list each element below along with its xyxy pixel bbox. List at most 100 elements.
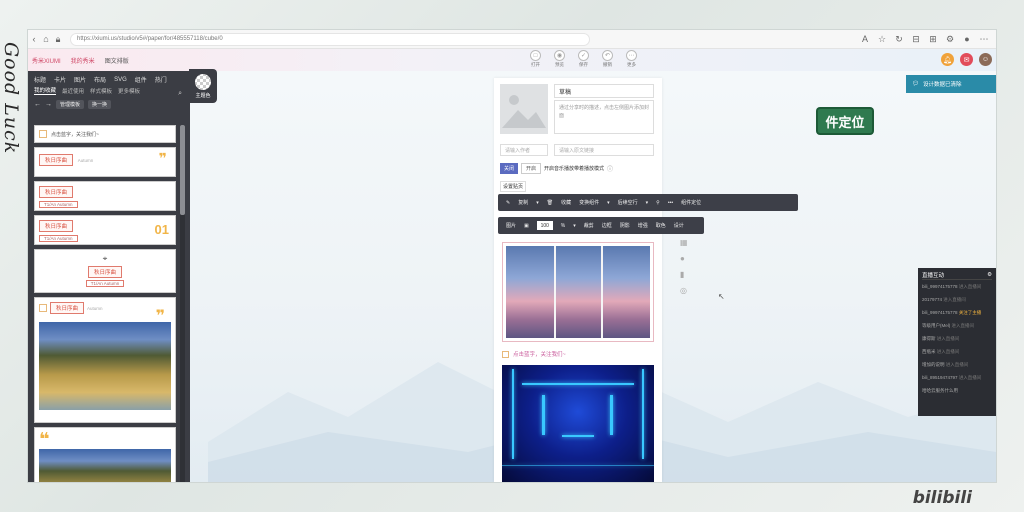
grid-icon[interactable]: ▦ (680, 238, 688, 247)
pen-icon[interactable]: ✎ (506, 200, 510, 206)
tab-card[interactable]: 卡片 (54, 75, 66, 84)
locate-button[interactable]: 组件定位 (681, 199, 701, 206)
shuffle-button[interactable]: 换一换 (88, 99, 112, 109)
my-xiumi-link[interactable]: 我的秀米 (71, 56, 95, 65)
notification-tip[interactable]: 💬︎ 设计数据已清除 (906, 75, 996, 93)
chat-settings-icon[interactable]: ⚙ (987, 272, 992, 278)
url-bar[interactable]: https://xiumi.us/studio/v5#/paper/for/48… (70, 32, 590, 46)
color-pick-button[interactable]: 取色 (656, 222, 666, 229)
profile-icon[interactable]: ● (961, 33, 973, 45)
chat-user: 增加的说明 (922, 362, 945, 367)
follow-prompt[interactable]: 点击蓝字，关注我们~ (502, 350, 566, 358)
split-icon[interactable]: ⊟ (910, 33, 922, 45)
favorite-icon[interactable]: ☆ (876, 33, 888, 45)
subtab-favorites[interactable]: 我的收藏 (34, 86, 57, 95)
tab-title[interactable]: 标题 (34, 75, 46, 84)
tab-image[interactable]: 图片 (74, 75, 86, 84)
caret-icon[interactable]: ▾ (646, 200, 649, 206)
back-icon[interactable]: ‹ (28, 33, 40, 45)
enhance-button[interactable]: 增强 (638, 222, 648, 229)
avatar[interactable]: ☺ (979, 53, 992, 66)
save-tool[interactable]: ✓ 保存 (576, 50, 591, 68)
chart-icon[interactable]: ▮ (680, 270, 688, 279)
menu-icon[interactable]: ⋯ (978, 33, 990, 45)
more-tool[interactable]: ⋯ 更多 (624, 50, 639, 68)
subtab-style[interactable]: 样式模板 (90, 87, 112, 95)
tab-layout[interactable]: 布局 (94, 75, 106, 84)
caret-icon[interactable]: ▾ (573, 223, 576, 229)
undo-tool[interactable]: ↶ 撤销 (600, 50, 615, 68)
source-link-field[interactable]: 请输入原文链接 (554, 144, 654, 156)
blank-line-button[interactable]: 后续空行 (618, 199, 638, 206)
prev-arrow-icon[interactable]: ← (34, 101, 41, 108)
border-button[interactable]: 边框 (602, 222, 612, 229)
message-icon[interactable]: ✉ (960, 53, 973, 66)
read-aloud-icon[interactable]: A (859, 33, 871, 45)
author-field[interactable]: 请输入作者 (500, 144, 548, 156)
template-item[interactable]: 点击蓝字，关注我们~ (34, 125, 176, 143)
subtab-recent[interactable]: 最近使用 (62, 87, 84, 95)
layout-link[interactable]: 图文排版 (105, 56, 129, 65)
subtab-more[interactable]: 更多模板 (118, 87, 140, 95)
crop-button[interactable]: 裁剪 (584, 222, 594, 229)
chat-action: 进入直播间 (958, 375, 982, 380)
trash-icon[interactable]: 🗑︎ (547, 200, 553, 206)
music-toggle: 关闭 开启 开启音乐播放带着播放模式 ⓘ (500, 163, 613, 174)
swap-component-button[interactable]: 变换组件 (579, 199, 599, 206)
dot-icon[interactable]: ● (680, 254, 688, 263)
template-item[interactable]: ❝ (34, 427, 176, 482)
chat-action: 进入直播间 (945, 362, 969, 367)
template-title: 秋日序曲 (87, 266, 122, 278)
tool-label: 打开 (531, 62, 540, 67)
caret-icon[interactable]: ▾ (607, 200, 610, 206)
preview-tool[interactable]: ◉ 预览 (552, 50, 567, 68)
save-icon: ✓ (578, 50, 589, 61)
percent-input[interactable]: 100 (536, 221, 553, 230)
tab-component[interactable]: 组件 (135, 75, 147, 84)
template-item[interactable]: 秋日序曲 Autumn ❞ (34, 147, 176, 177)
scroll-thumb[interactable] (180, 125, 185, 215)
shadow-button[interactable]: 阴影 (620, 222, 630, 229)
toggle-off-button[interactable]: 关闭 (500, 163, 519, 174)
home-icon[interactable]: ⌂ (40, 33, 52, 45)
help-icon[interactable]: ⓘ (607, 164, 613, 173)
toggle-on-button[interactable]: 开启 (521, 163, 542, 174)
cover-image-placeholder[interactable] (500, 84, 548, 134)
panel-scrollbar[interactable] (180, 125, 185, 482)
neon-interior-image[interactable] (502, 365, 654, 482)
search-icon[interactable]: ⌕ (178, 90, 182, 98)
extensions-icon[interactable]: ⚙ (944, 33, 956, 45)
refresh-icon[interactable]: ↻ (893, 33, 905, 45)
template-item[interactable]: 秋日序曲 Autumn ❞ (34, 297, 176, 423)
notification-icon[interactable]: 🔔︎ (941, 53, 954, 66)
image-icon (502, 95, 546, 128)
next-arrow-icon[interactable]: → (45, 101, 52, 108)
chat-row: 20179774 进入直播间 (922, 293, 992, 306)
article-abstract-field[interactable]: 通过分享时的描述，点击左侧图片添加封面 (554, 100, 654, 134)
template-item[interactable]: 秋日序曲 T1/An Autumn 01 (34, 215, 176, 245)
setting-tag[interactable]: 设置贴页 (500, 181, 527, 192)
caret-icon[interactable]: ▾ (536, 200, 539, 206)
template-item[interactable]: 秋日序曲 T1/An Autumn (34, 181, 176, 211)
collections-icon[interactable]: ⊞ (927, 33, 939, 45)
template-item[interactable]: ⌖ 秋日序曲 T1/An Autumn (34, 249, 176, 293)
open-tool[interactable]: □ 打开 (528, 50, 543, 68)
more-icon[interactable]: ••• (668, 200, 673, 206)
design-button[interactable]: 设计 (674, 222, 684, 229)
sky-window-image[interactable] (502, 242, 654, 342)
article-title-field[interactable]: 草稿 (554, 84, 654, 98)
link-icon[interactable]: ⚲ (656, 200, 660, 206)
theme-color-button[interactable]: 主题色 (189, 69, 217, 103)
resize-icon[interactable]: ▣ (524, 223, 529, 229)
eye-icon[interactable]: ◎ (680, 286, 688, 295)
tab-svg[interactable]: SVG (114, 77, 127, 83)
window-frame (553, 246, 556, 338)
chat-action: 进入直播间 (943, 297, 966, 302)
chat-bubble-icon: 💬︎ (912, 81, 919, 87)
logo-link[interactable]: 秀米XIUMI (32, 56, 61, 65)
neon-light (542, 395, 545, 435)
tab-hot[interactable]: 热门 (155, 75, 167, 84)
copy-button[interactable]: 复制 (518, 199, 528, 206)
manage-templates-button[interactable]: 管理模板 (56, 99, 85, 109)
favorite-button[interactable]: 收藏 (561, 199, 571, 206)
